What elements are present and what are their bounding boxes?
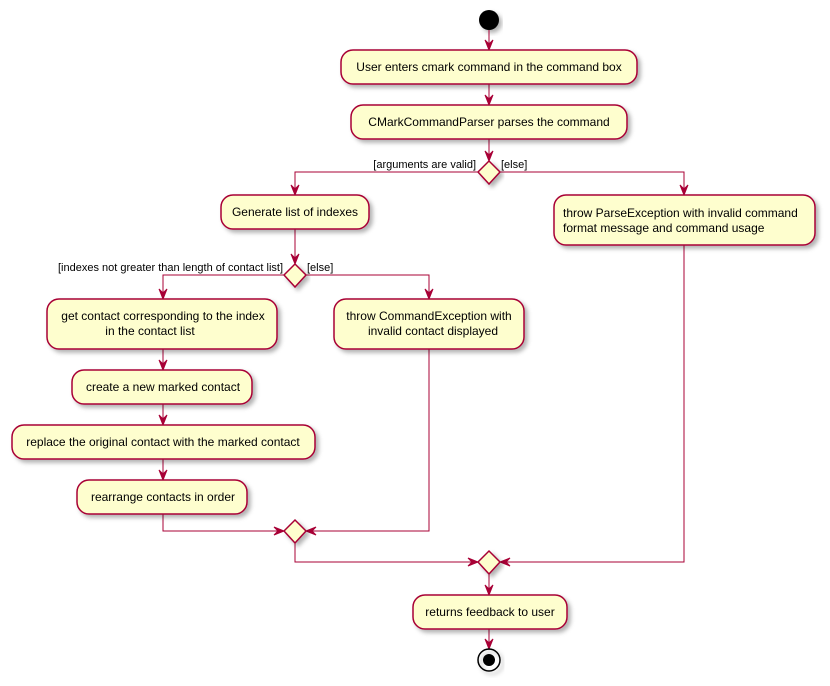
guard-indexes-else: [else] [307,262,333,274]
decision-indexes-valid [282,262,308,289]
action-throw-command-exception: throw CommandException with invalid cont… [333,298,525,350]
action-label: create a new marked contact [86,380,241,394]
merge-outer [476,549,502,576]
action-label: format message and command usage [563,221,765,235]
action-label: in the contact list [105,324,195,338]
action-label: get contact corresponding to the index [61,309,264,323]
action-create-marked-contact: create a new marked contact [71,369,253,405]
action-parse-command: CMarkCommandParser parses the command [350,104,628,140]
merge-inner [282,518,308,545]
action-throw-parse-exception: throw ParseException with invalid comman… [553,194,816,246]
start-node [479,10,499,30]
action-label: replace the original contact with the ma… [26,435,300,449]
action-label: throw CommandException with [346,309,511,323]
guard-arguments-else: [else] [501,159,527,171]
guard-arguments-valid: [arguments are valid] [373,159,476,171]
decision-arguments-valid [476,159,502,186]
action-label: rearrange contacts in order [91,490,235,504]
action-label: User enters cmark command in the command… [356,60,621,74]
guard-indexes-valid: [indexes not greater than length of cont… [58,262,283,274]
action-label: throw ParseException with invalid comman… [563,206,798,220]
activity-diagram: User enters cmark command in the command… [11,10,816,672]
action-label: returns feedback to user [425,605,554,619]
action-rearrange-contacts: rearrange contacts in order [76,479,248,515]
action-returns-feedback: returns feedback to user [412,594,568,630]
end-node [477,648,501,672]
action-label: CMarkCommandParser parses the command [368,115,609,129]
action-enter-command: User enters cmark command in the command… [340,49,638,85]
action-replace-contact: replace the original contact with the ma… [11,424,316,460]
action-generate-indexes: Generate list of indexes [220,194,370,230]
action-label: Generate list of indexes [232,205,358,219]
action-label: invalid contact displayed [368,324,498,338]
action-get-contact: get contact corresponding to the index i… [46,298,278,350]
